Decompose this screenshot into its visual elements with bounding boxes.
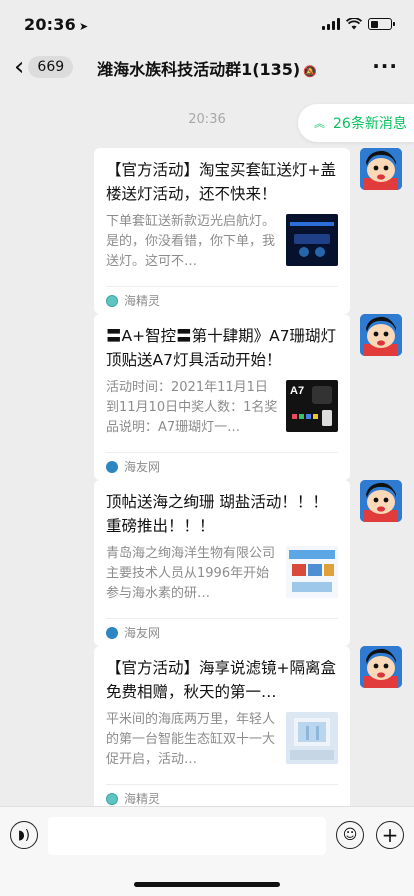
card-source-name: 海友网 [124, 460, 161, 474]
card-description: 青岛海之绚海洋生物有限公司主要技术人员从1996年开始参与海水素的研… [106, 546, 276, 601]
card-description: 活动时间：2021年11月1日到11月10日中奖人数：1名奖品说明：A7珊瑚灯一… [106, 380, 278, 435]
link-card-message[interactable]: 【官方活动】海享说滤镜+隔离盒免费相赠，秋天的第一… 平米间的海底两万里，年轻人… [94, 646, 350, 812]
mini-program-icon [106, 294, 118, 307]
home-indicator[interactable] [134, 882, 280, 887]
nav-bar: ‹ 669 潍海水族科技活动群1(135) 🔕 ··· [0, 48, 414, 88]
wifi-icon [346, 18, 362, 30]
link-card-message[interactable]: 〓A+智控〓第十肆期》A7珊瑚灯顶贴送A7灯具活动开始！ 活动时间：2021年1… [94, 314, 350, 480]
avatar[interactable] [360, 646, 402, 688]
status-time: 20:36 ➤ [24, 15, 88, 34]
mute-icon: 🔕 [303, 65, 317, 78]
voice-icon: ◗) [18, 827, 30, 843]
card-thumbnail: A7 [286, 380, 338, 432]
message-input[interactable] [48, 817, 326, 855]
chat-title-text: 潍海水族科技活动群1(135) [97, 60, 301, 79]
card-source-name: 海友网 [124, 626, 161, 640]
new-messages-button[interactable]: ︽ 26条新消息 [298, 104, 414, 142]
card-description: 平米间的海底两万里，年轻人的第一台智能生态缸双十一大促开启，活动… [106, 712, 276, 767]
card-source-name: 海精灵 [124, 294, 161, 308]
card-description: 下单套缸送新款迈光启航灯。是的，你没看错，你下单，我送灯。这可不… [106, 214, 276, 269]
card-title: 【官方活动】海享说滤镜+隔离盒免费相赠，秋天的第一… [106, 659, 336, 701]
avatar[interactable] [360, 148, 402, 190]
more-actions-button[interactable]: + [376, 821, 404, 849]
emoji-icon: ☺ [342, 827, 358, 843]
card-thumbnail [286, 214, 338, 266]
card-title: 【官方活动】淘宝买套缸送灯+盖楼送灯活动，还不快来！ [106, 161, 336, 203]
status-time-text: 20:36 [24, 14, 76, 34]
plus-icon: + [381, 823, 399, 847]
link-card-message[interactable]: 顶帖送海之绚珊 瑚盐活动！！！ 重磅推出！！！ 青岛海之绚海洋生物有限公司主要技… [94, 480, 350, 646]
chat-title: 潍海水族科技活动群1(135) 🔕 [0, 56, 414, 80]
card-source: 海精灵 [106, 286, 338, 314]
location-arrow-icon: ➤ [78, 19, 89, 33]
svg-text:A7: A7 [290, 385, 304, 397]
mini-program-icon [106, 792, 118, 805]
emoji-button[interactable]: ☺ [336, 821, 364, 849]
more-dots-icon[interactable]: ··· [372, 54, 398, 78]
card-source: 海友网 [106, 452, 338, 480]
card-thumbnail [286, 546, 338, 598]
avatar[interactable] [360, 314, 402, 356]
site-icon [106, 626, 118, 639]
status-bar: 20:36 ➤ [0, 0, 414, 48]
avatar[interactable] [360, 480, 402, 522]
voice-button[interactable]: ◗) [10, 821, 38, 849]
card-thumbnail [286, 712, 338, 764]
status-icons [322, 18, 395, 30]
new-messages-label: 26条新消息 [333, 116, 407, 132]
card-title: 顶帖送海之绚珊 瑚盐活动！！！ 重磅推出！！！ [106, 493, 328, 535]
card-source-name: 海精灵 [124, 792, 161, 806]
card-source: 海友网 [106, 618, 338, 646]
card-title: 〓A+智控〓第十肆期》A7珊瑚灯顶贴送A7灯具活动开始！ [106, 327, 337, 369]
battery-icon [368, 18, 395, 30]
cellular-signal-icon [322, 18, 340, 30]
link-card-message[interactable]: 【官方活动】淘宝买套缸送灯+盖楼送灯活动，还不快来！ 下单套缸送新款迈光启航灯。… [94, 148, 350, 314]
chevron-up-double-icon: ︽ [314, 117, 325, 130]
site-icon [106, 460, 118, 473]
